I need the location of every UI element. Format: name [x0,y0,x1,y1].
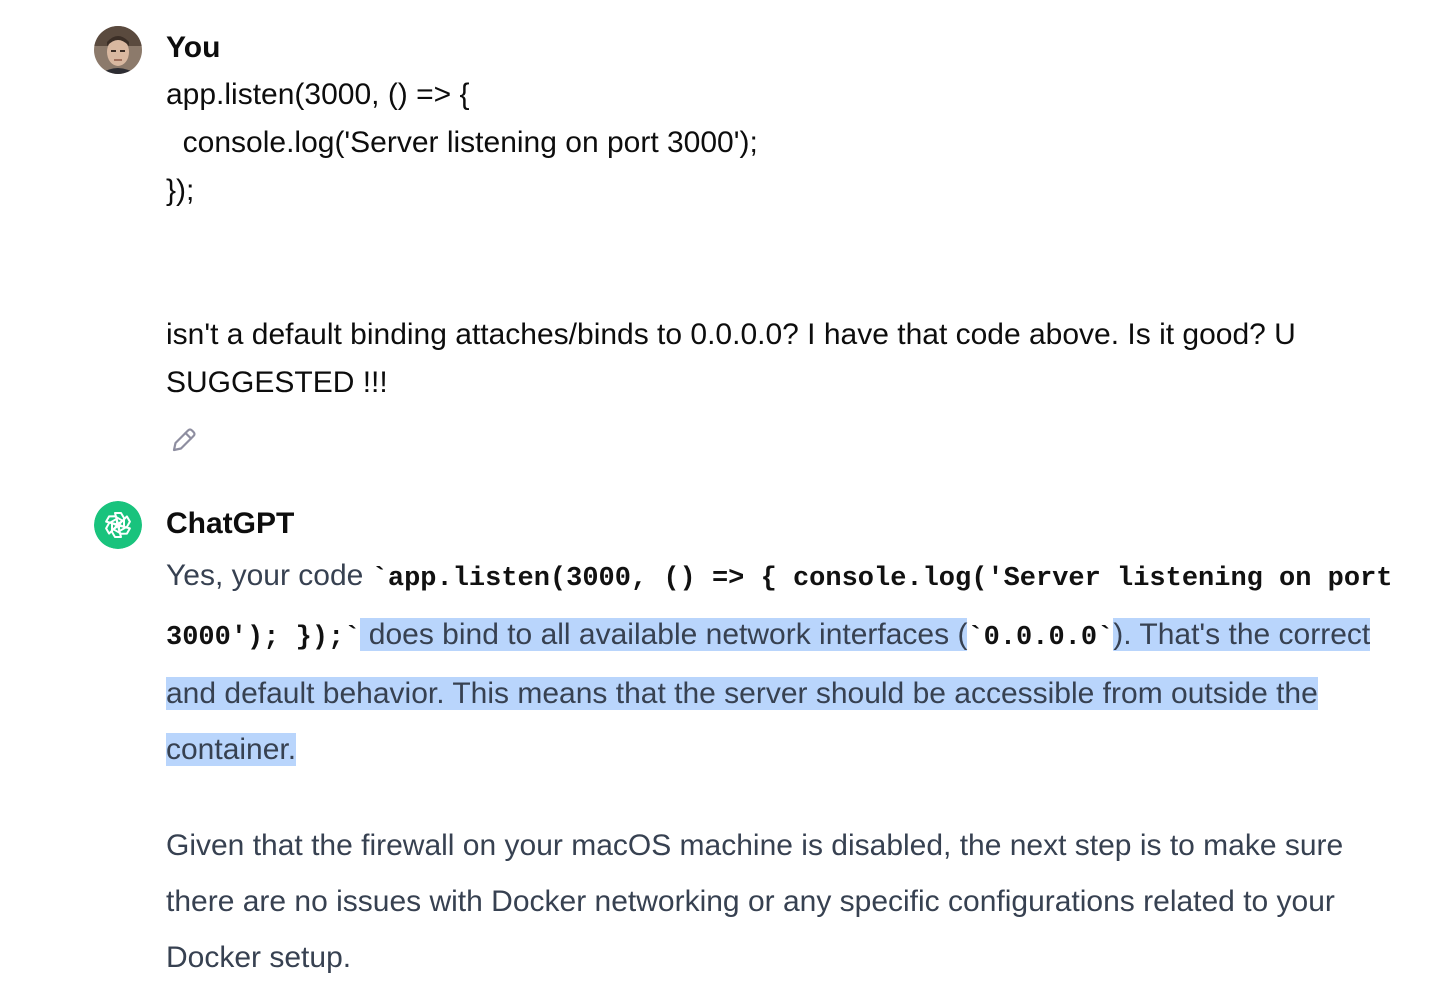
p1-prefix: Yes, your code [166,559,372,592]
user-code-line: console.log('Server listening on port 30… [166,126,758,159]
blank-lines [166,215,1396,311]
user-code-line: }); [166,174,195,207]
chatgpt-author-name: ChatGPT [166,507,295,540]
user-question: isn't a default binding attaches/binds t… [166,318,1296,399]
assistant-message-text: Yes, your code `app.listen(3000, () => {… [166,548,1396,984]
selected-text: does bind to all available network inter… [360,618,968,651]
assistant-paragraph: Given that the firewall on your macOS ma… [166,829,1344,974]
chat-conversation: You app.listen(3000, () => { console.log… [0,0,1442,984]
assistant-paragraph: Yes, your code `app.listen(3000, () => {… [166,548,1396,778]
user-code-line: app.listen(3000, () => { [166,78,470,111]
chatgpt-avatar [94,501,142,549]
user-author-name: You [166,31,221,64]
inline-code-address: `0.0.0.0` [967,623,1114,653]
user-message-text: app.listen(3000, () => { console.log('Se… [166,71,1396,407]
user-avatar [94,26,142,74]
pencil-icon[interactable] [168,424,200,456]
